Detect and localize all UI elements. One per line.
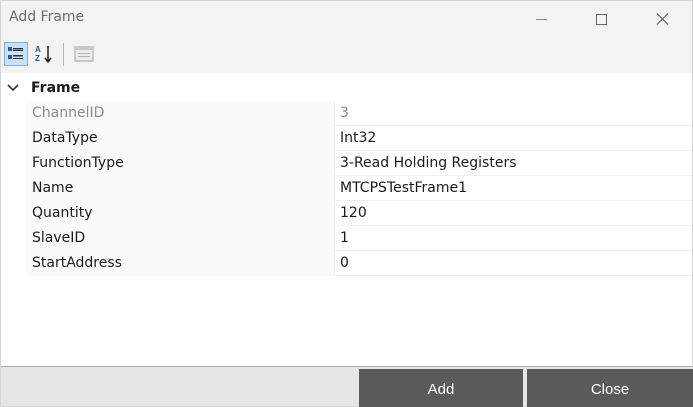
row-gutter: [1, 151, 25, 176]
row-gutter: [1, 101, 25, 126]
close-button[interactable]: Close: [527, 369, 693, 407]
category-label: Frame: [31, 80, 81, 96]
window-title: Add Frame: [9, 9, 85, 25]
property-row-name[interactable]: Name MTCPSTestFrame1: [1, 176, 692, 201]
property-row-quantity[interactable]: Quantity 120: [1, 201, 692, 226]
svg-text:A: A: [35, 45, 41, 54]
property-row-datatype[interactable]: DataType Int32: [1, 126, 692, 151]
property-name: SlaveID: [25, 226, 335, 251]
row-gutter: [1, 251, 25, 276]
property-value: 3: [340, 105, 349, 121]
dialog-footer: Add Close: [1, 366, 693, 407]
property-pages-button[interactable]: [72, 42, 96, 66]
categorized-view-button[interactable]: [4, 42, 28, 66]
property-row-channelid[interactable]: ChannelID 3: [1, 101, 692, 126]
minimize-icon: [535, 18, 547, 20]
property-grid-toolbar: A Z: [1, 37, 692, 73]
maximize-button[interactable]: [569, 1, 633, 37]
add-frame-window: Add Frame A Z Frame ChannelID 3 DataType…: [0, 0, 693, 407]
property-value[interactable]: 3-Read Holding Registers: [335, 151, 692, 176]
row-gutter: [1, 226, 25, 251]
add-button[interactable]: Add: [359, 369, 523, 407]
property-name: StartAddress: [25, 251, 335, 276]
row-gutter: [1, 201, 25, 226]
property-value[interactable]: 0: [335, 251, 692, 276]
row-gutter: [1, 126, 25, 151]
property-name: ChannelID: [25, 101, 335, 126]
close-icon: [656, 12, 670, 26]
property-value[interactable]: 1: [335, 226, 692, 251]
property-name: Quantity: [25, 201, 335, 226]
category-frame[interactable]: Frame: [1, 76, 692, 101]
property-row-startaddress[interactable]: StartAddress 0: [1, 251, 692, 276]
categorized-view-icon: [8, 47, 23, 59]
svg-text:Z: Z: [35, 54, 40, 63]
chevron-down-icon[interactable]: [6, 81, 20, 95]
maximize-icon: [595, 13, 607, 25]
property-value[interactable]: MTCPSTestFrame1: [335, 176, 692, 201]
property-name: FunctionType: [25, 151, 335, 176]
property-value[interactable]: Int32: [335, 126, 692, 151]
property-value[interactable]: 120: [335, 201, 692, 226]
property-pages-icon: [74, 46, 94, 62]
close-window-button[interactable]: [631, 1, 693, 37]
title-bar: Add Frame: [1, 1, 692, 37]
minimize-button[interactable]: [509, 1, 573, 37]
property-grid: Frame ChannelID 3 DataType Int32 Functio…: [1, 76, 692, 366]
property-name: Name: [25, 176, 335, 201]
property-row-functiontype[interactable]: FunctionType 3-Read Holding Registers: [1, 151, 692, 176]
row-gutter: [1, 176, 25, 201]
property-name: DataType: [25, 126, 335, 151]
property-row-slaveid[interactable]: SlaveID 1: [1, 226, 692, 251]
alphabetical-sort-icon: A Z: [35, 45, 52, 64]
toolbar-separator: [63, 43, 64, 66]
alphabetical-sort-button[interactable]: A Z: [32, 42, 56, 66]
